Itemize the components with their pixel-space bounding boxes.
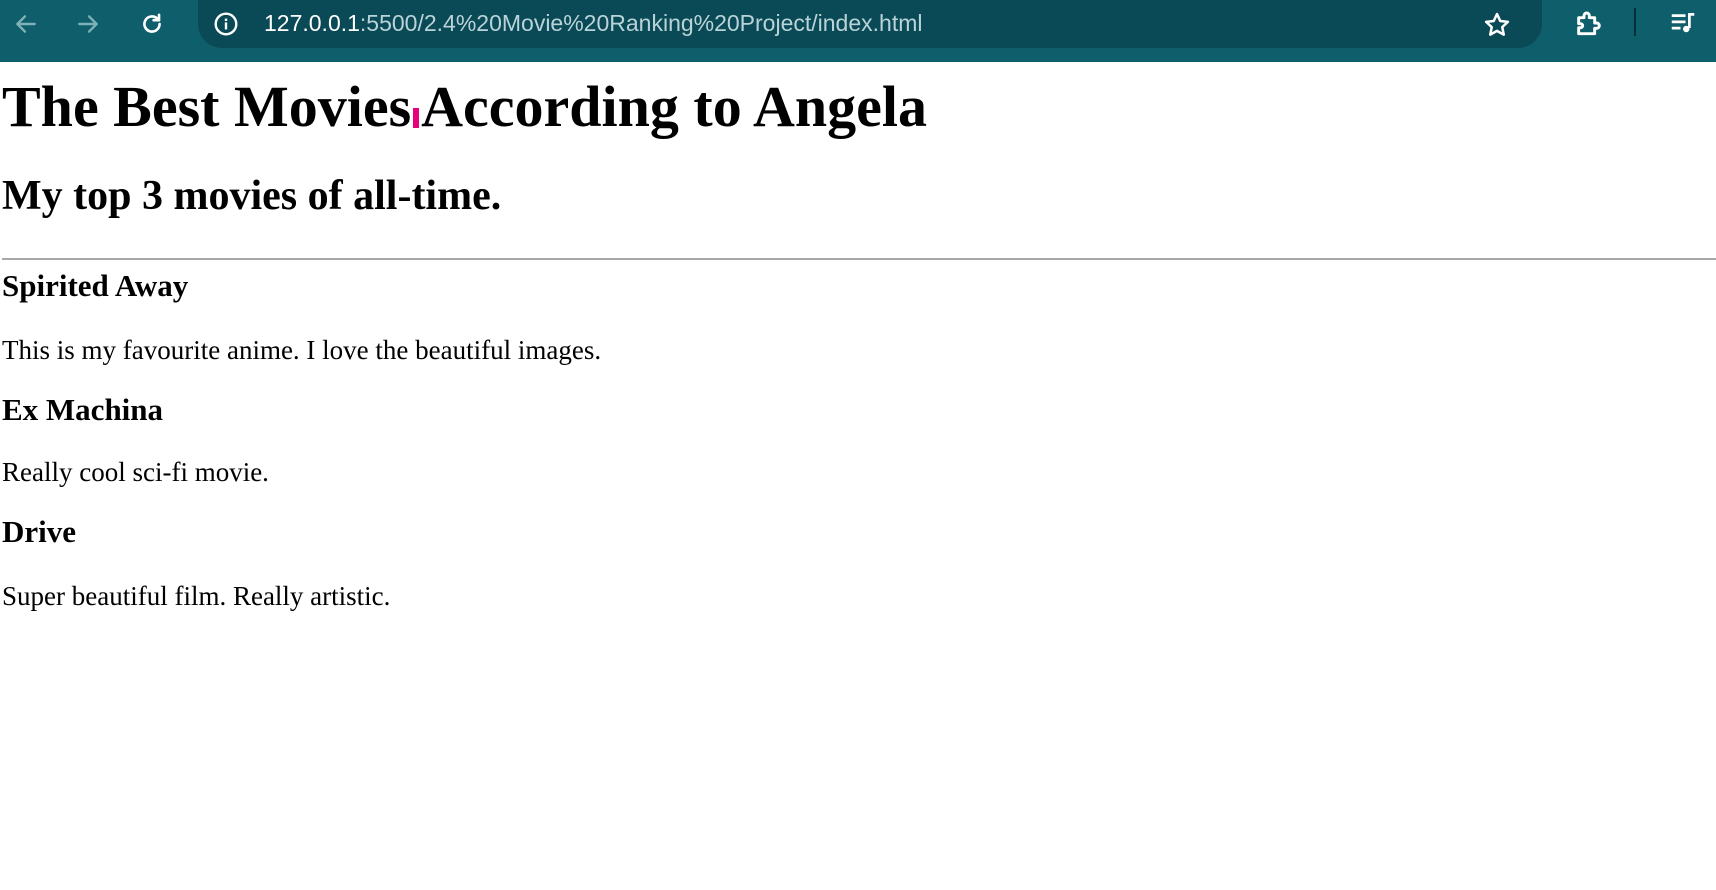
movie-description: Really cool sci-fi movie. (2, 457, 269, 487)
reload-icon (143, 13, 161, 33)
web-page-content: The Best Movies According to Angela My to… (0, 62, 1716, 890)
movie-description: Super beautiful film. Really artistic. (2, 581, 391, 611)
arrow-left-icon (16, 15, 36, 33)
back-button[interactable] (6, 4, 46, 44)
browser-toolbar: 127.0.0.1:5500/2.4%20Movie%20Ranking%20P… (0, 0, 1716, 62)
text-cursor-marker (413, 108, 420, 128)
star-icon (1484, 12, 1510, 36)
movie-title: Ex Machina (2, 392, 164, 427)
url-text[interactable]: 127.0.0.1:5500/2.4%20Movie%20Ranking%20P… (264, 9, 922, 37)
extensions-button[interactable] (1567, 2, 1609, 44)
site-info-icon[interactable] (210, 8, 242, 40)
horizontal-rule (2, 258, 1716, 260)
movie-description: This is my favourite anime. I love the b… (2, 335, 602, 365)
movie-title: Drive (2, 514, 77, 549)
arrow-right-icon (78, 15, 98, 33)
page-title-part1: The Best Movies (2, 74, 412, 139)
page-title-part2: According to Angela (421, 74, 928, 139)
toolbar-divider (1634, 8, 1636, 36)
forward-button[interactable] (68, 4, 108, 44)
url-host: 127.0.0.1 (264, 10, 360, 36)
media-queue-icon (1671, 13, 1695, 33)
page-subtitle: My top 3 movies of all-time. (2, 173, 502, 219)
url-path: :5500/2.4%20Movie%20Ranking%20Project/in… (359, 10, 923, 36)
address-bar[interactable]: 127.0.0.1:5500/2.4%20Movie%20Ranking%20P… (198, 0, 1542, 48)
page-title: The Best Movies According to Angela (2, 74, 927, 140)
movie-title: Spirited Away (2, 268, 189, 303)
media-queue-button[interactable] (1662, 2, 1704, 44)
puzzle-piece-icon (1577, 11, 1601, 36)
bookmark-star-button[interactable] (1476, 4, 1518, 46)
reload-button[interactable] (132, 4, 172, 44)
